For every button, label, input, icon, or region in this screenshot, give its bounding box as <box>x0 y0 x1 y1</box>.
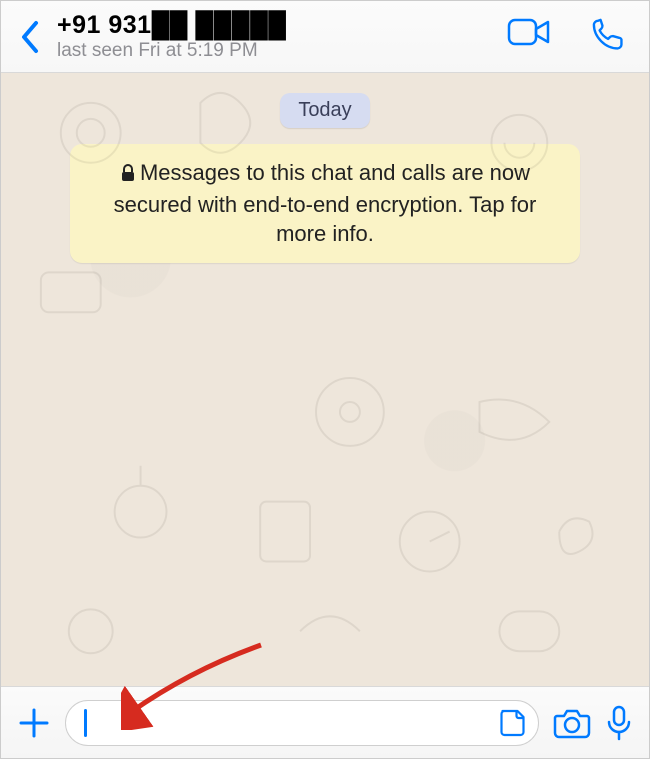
back-button[interactable] <box>7 19 55 55</box>
last-seen-label: last seen Fri at 5:19 PM <box>57 40 507 62</box>
whatsapp-chat-screen: +91 931██ █████ last seen Fri at 5:19 PM <box>0 0 650 759</box>
message-composer <box>1 686 649 758</box>
sticker-icon <box>498 708 528 738</box>
message-input[interactable] <box>65 700 539 746</box>
microphone-icon <box>605 704 633 742</box>
sticker-button[interactable] <box>498 708 528 738</box>
encryption-notice[interactable]: Messages to this chat and calls are now … <box>70 144 580 263</box>
camera-button[interactable] <box>553 707 591 739</box>
encryption-notice-text: Messages to this chat and calls are now … <box>114 160 537 246</box>
attach-button[interactable] <box>17 706 51 740</box>
text-caret <box>84 709 87 737</box>
header-actions <box>507 17 625 56</box>
contact-name: +91 931██ █████ <box>57 11 507 40</box>
date-separator: Today <box>280 93 369 128</box>
microphone-button[interactable] <box>605 704 633 742</box>
chat-messages-area[interactable]: Today Messages to this chat and calls ar… <box>1 73 649 686</box>
voice-call-button[interactable] <box>591 17 625 56</box>
video-camera-icon <box>507 17 551 47</box>
phone-icon <box>591 17 625 51</box>
contact-info[interactable]: +91 931██ █████ last seen Fri at 5:19 PM <box>55 11 507 62</box>
lock-icon <box>120 160 136 190</box>
plus-icon <box>17 706 51 740</box>
camera-icon <box>553 707 591 739</box>
chevron-left-icon <box>19 19 43 55</box>
video-call-button[interactable] <box>507 17 551 56</box>
chat-header: +91 931██ █████ last seen Fri at 5:19 PM <box>1 1 649 73</box>
